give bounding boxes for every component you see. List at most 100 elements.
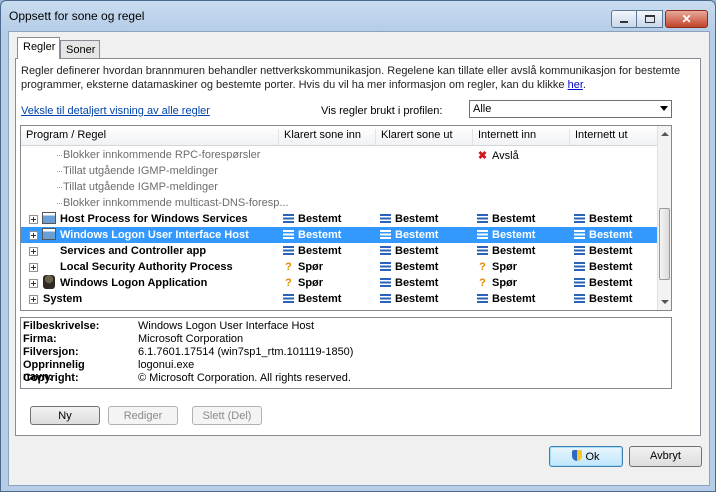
- new-button[interactable]: Ny: [30, 406, 100, 425]
- specific-icon: [380, 294, 391, 303]
- table-row[interactable]: Host Process for Windows Services Bestem…: [21, 211, 657, 227]
- trusted-out-value: Bestemt: [380, 245, 438, 257]
- delete-button[interactable]: Slett (Del): [192, 406, 262, 425]
- program-name: Local Security Authority Process: [60, 261, 233, 273]
- list-item[interactable]: Tillat utgående IGMP-meldinger: [21, 179, 657, 195]
- detail-label: Filversjon:: [23, 346, 79, 358]
- profile-dropdown[interactable]: Alle: [469, 100, 672, 118]
- rules-list[interactable]: Program / Regel Klarert sone inn Klarert…: [20, 125, 672, 311]
- close-button[interactable]: ✕: [665, 10, 708, 28]
- internet-out-value: Bestemt: [574, 293, 632, 305]
- expand-icon[interactable]: [29, 247, 38, 256]
- program-icon: [42, 212, 56, 224]
- help-link[interactable]: her: [568, 79, 583, 91]
- rule-name: Tillat utgående IGMP-meldinger: [63, 165, 218, 177]
- tree-line: [57, 155, 62, 156]
- detail-value: 6.1.7601.17514 (win7sp1_rtm.101119-1850): [138, 346, 354, 358]
- scroll-thumb[interactable]: [659, 208, 670, 280]
- trusted-in-value: Bestemt: [283, 293, 341, 305]
- description-end: .: [582, 79, 586, 91]
- specific-icon: [380, 230, 391, 239]
- table-row[interactable]: System Bestemt Bestemt Bestemt Bestemt: [21, 291, 657, 307]
- scroll-up-icon[interactable]: [661, 132, 669, 136]
- expand-icon[interactable]: [29, 215, 38, 224]
- specific-icon: [380, 262, 391, 271]
- detail-value: © Microsoft Corporation. All rights rese…: [138, 372, 351, 384]
- ask-icon: ?: [285, 277, 292, 289]
- column-header-program[interactable]: Program / Regel: [21, 129, 106, 145]
- title-bar[interactable]: Oppsett for sone og regel ✕: [1, 1, 715, 31]
- specific-icon: [574, 246, 585, 255]
- specific-icon: [574, 230, 585, 239]
- ask-icon: ?: [479, 261, 486, 273]
- specific-icon: [380, 278, 391, 287]
- edit-button[interactable]: Rediger: [108, 406, 178, 425]
- column-header-internet-out[interactable]: Internett ut: [569, 129, 628, 145]
- list-item[interactable]: Tillat utgående IGMP-meldinger: [21, 163, 657, 179]
- tab-rules[interactable]: Regler: [17, 37, 60, 59]
- specific-icon: [574, 214, 585, 223]
- rule-internet-in: ✖ Avslå: [477, 150, 519, 162]
- rule-name: Blokker innkommende RPC-forespørsler: [63, 149, 261, 161]
- column-header-trusted-out[interactable]: Klarert sone ut: [375, 129, 453, 145]
- specific-icon: [380, 214, 391, 223]
- internet-out-value: Bestemt: [574, 213, 632, 225]
- list-item[interactable]: Blokker innkommende multicast-DNS-foresp…: [21, 195, 657, 211]
- expand-icon[interactable]: [29, 295, 38, 304]
- expand-icon[interactable]: [29, 231, 38, 240]
- trusted-in-value: ? Spør: [283, 261, 323, 273]
- detail-value: logonui.exe: [138, 359, 195, 371]
- dialog-body: Regler Soner Regler definerer hvordan br…: [8, 31, 710, 486]
- internet-in-value: Bestemt: [477, 229, 535, 241]
- table-row[interactable]: Local Security Authority Process ? Spør B…: [21, 259, 657, 275]
- rules-panel: Regler definerer hvordan brannmuren beha…: [15, 58, 701, 436]
- scroll-down-icon[interactable]: [661, 300, 669, 304]
- profile-label: Vis regler brukt i profilen:: [321, 105, 443, 117]
- specific-icon: [477, 246, 488, 255]
- expand-icon[interactable]: [29, 279, 38, 288]
- column-header-internet-in[interactable]: Internett inn: [472, 129, 536, 145]
- internet-out-value: Bestemt: [574, 261, 632, 273]
- list-header: Program / Regel Klarert sone inn Klarert…: [21, 126, 657, 146]
- column-header-trusted-in[interactable]: Klarert sone inn: [278, 129, 361, 145]
- tree-line: [57, 171, 62, 172]
- specific-icon: [477, 294, 488, 303]
- detail-value: Windows Logon User Interface Host: [138, 320, 315, 332]
- tree-line: [57, 203, 62, 204]
- ok-button[interactable]: Ok: [549, 446, 623, 467]
- program-name: Host Process for Windows Services: [60, 213, 248, 225]
- cancel-button[interactable]: Avbryt: [629, 446, 702, 467]
- description-text: Regler definerer hvordan brannmuren beha…: [21, 64, 681, 92]
- tree-line: [57, 187, 62, 188]
- maximize-button[interactable]: [637, 10, 663, 28]
- minimize-button[interactable]: [611, 10, 637, 28]
- chevron-down-icon: [660, 106, 668, 111]
- table-row[interactable]: Windows Logon Application ? Spør Bestemt …: [21, 275, 657, 291]
- internet-out-value: Bestemt: [574, 229, 632, 241]
- expand-icon[interactable]: [29, 263, 38, 272]
- detailed-view-link[interactable]: Veksle til detaljert visning av alle reg…: [21, 105, 210, 117]
- internet-in-value: Bestemt: [477, 245, 535, 257]
- maximize-icon: [644, 15, 655, 23]
- ask-icon: ?: [285, 261, 292, 273]
- table-row-selected[interactable]: Windows Logon User Interface Host Bestem…: [21, 227, 657, 243]
- profile-value: Alle: [473, 103, 492, 115]
- trusted-in-value: ? Spør: [283, 277, 323, 289]
- detail-label: Firma:: [23, 333, 57, 345]
- program-name: Windows Logon User Interface Host: [60, 229, 249, 241]
- internet-in-value: Bestemt: [477, 293, 535, 305]
- file-details: Filbeskrivelse: Windows Logon User Inter…: [20, 317, 672, 389]
- minimize-icon: [620, 21, 628, 23]
- internet-out-value: Bestemt: [574, 245, 632, 257]
- tab-zones[interactable]: Soner: [60, 40, 100, 58]
- table-row[interactable]: Services and Controller app Bestemt Best…: [21, 243, 657, 259]
- specific-icon: [574, 278, 585, 287]
- trusted-in-value: Bestemt: [283, 245, 341, 257]
- list-item[interactable]: Blokker innkommende RPC-forespørsler ✖ Av…: [21, 147, 657, 163]
- ask-icon: ?: [479, 277, 486, 289]
- vertical-scrollbar[interactable]: [657, 126, 671, 310]
- program-icon: [42, 228, 56, 240]
- rule-name: Blokker innkommende multicast-DNS-foresp…: [63, 197, 289, 209]
- specific-icon: [283, 230, 294, 239]
- trusted-in-value: Bestemt: [283, 229, 341, 241]
